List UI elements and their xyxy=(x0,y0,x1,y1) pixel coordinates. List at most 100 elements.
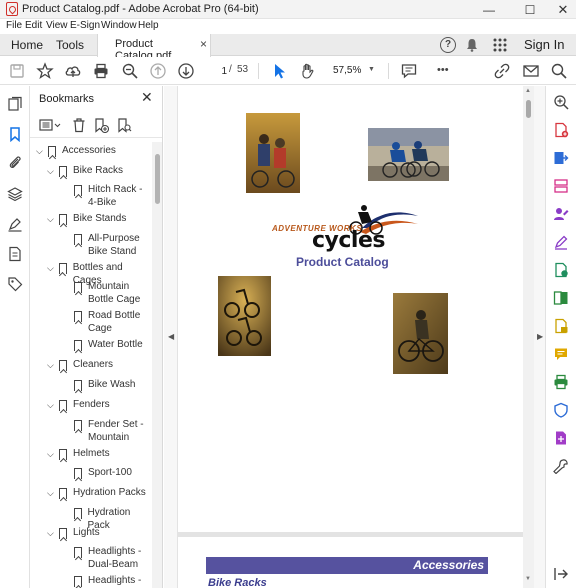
pdf-page-2: Accessories Bike Racks xyxy=(178,537,523,588)
fill-and-sign-icon[interactable] xyxy=(553,234,569,250)
bookmark-item[interactable]: Road Bottle Cage xyxy=(62,309,152,335)
chevron-down-icon[interactable]: ⌵ xyxy=(47,447,57,460)
more-tools-icon[interactable]: ••• xyxy=(437,64,455,82)
scrollbar-thumb[interactable] xyxy=(526,100,531,118)
collapse-left-panel-handle[interactable]: ◀ xyxy=(164,86,177,588)
tab-home[interactable]: Home xyxy=(11,38,43,52)
document-scrollbar[interactable]: ▲ ▼ xyxy=(523,86,534,588)
chevron-down-icon[interactable]: ⌵ xyxy=(47,486,57,499)
chevron-down-icon[interactable]: ⌵ xyxy=(47,261,57,274)
close-panel-button[interactable]: ✕ xyxy=(141,89,153,106)
select-arrow-icon[interactable] xyxy=(270,62,288,80)
bookmark-item[interactable]: ⌵ Hydration Packs xyxy=(47,486,152,500)
bookmark-item[interactable]: Fender Set - Mountain xyxy=(62,418,152,444)
chevron-down-icon[interactable]: ⌵ xyxy=(47,526,57,539)
minimize-button[interactable]: — xyxy=(470,0,508,19)
protect-pdf-icon[interactable] xyxy=(553,318,569,334)
mail-icon[interactable] xyxy=(522,62,540,80)
print-icon[interactable] xyxy=(92,62,110,80)
tag-icon[interactable] xyxy=(7,276,23,292)
cyclists-photo xyxy=(246,113,300,193)
combine-files-icon[interactable] xyxy=(553,290,569,306)
page-thumbnails-icon[interactable] xyxy=(7,96,23,112)
save-icon[interactable] xyxy=(8,62,26,80)
bookmark-item[interactable]: Bike Wash xyxy=(62,378,152,391)
export-pdf-icon[interactable] xyxy=(553,150,569,166)
zoom-out-icon[interactable] xyxy=(121,62,139,80)
bookmark-item[interactable]: Headlights - xyxy=(62,574,152,588)
bookmark-item[interactable]: All-Purpose Bike Stand xyxy=(62,232,152,258)
create-pdf-icon[interactable] xyxy=(553,122,569,138)
scrollbar-thumb[interactable] xyxy=(155,154,160,204)
bookmark-item[interactable]: ⌵ Fenders xyxy=(47,398,152,411)
bookmark-item[interactable]: ⌵ Bike Stands xyxy=(47,212,152,226)
layers-icon[interactable] xyxy=(7,186,23,202)
close-window-button[interactable]: ✕ xyxy=(544,0,576,19)
request-signatures-icon[interactable] xyxy=(553,206,569,222)
menu-file[interactable]: File xyxy=(6,20,22,31)
chevron-down-icon[interactable]: ⌵ xyxy=(36,144,46,157)
notification-bell-icon[interactable] xyxy=(464,37,480,53)
chevron-down-icon[interactable]: ⌵ xyxy=(47,358,57,371)
trash-icon[interactable] xyxy=(71,117,87,133)
collapse-right-panel-handle[interactable]: ▶ xyxy=(534,86,546,588)
scroll-up-arrow-icon[interactable]: ▲ xyxy=(525,88,531,94)
bookmark-item[interactable]: ⌵ Accessories xyxy=(36,144,152,157)
bookmark-options-icon[interactable] xyxy=(39,117,61,133)
comment-icon[interactable] xyxy=(400,62,418,80)
bookmark-item[interactable]: Hitch Rack - 4-Bike xyxy=(62,183,152,209)
zoom-in-icon[interactable] xyxy=(553,94,569,110)
bookmark-icon[interactable] xyxy=(7,126,23,142)
upload-icon[interactable] xyxy=(64,62,82,80)
zoom-select[interactable]: 57,5% ▼ xyxy=(328,62,376,80)
page-number-input[interactable] xyxy=(205,63,227,79)
attachment-icon[interactable] xyxy=(7,154,23,170)
menu-help[interactable]: Help xyxy=(138,20,159,31)
star-icon[interactable] xyxy=(36,62,54,80)
logo-wordmark: cycles xyxy=(312,228,385,253)
edit-pdf-icon[interactable] xyxy=(553,262,569,278)
menu-view[interactable]: View xyxy=(46,20,68,31)
chevron-down-icon[interactable]: ⌵ xyxy=(47,164,57,177)
bookmark-item[interactable]: Headlights - Dual-Beam xyxy=(62,545,152,571)
page-down-icon[interactable] xyxy=(177,62,195,80)
tab-document[interactable]: Product Catalog.pdf × xyxy=(97,34,211,62)
tab-tools[interactable]: Tools xyxy=(56,38,84,52)
bookmark-item[interactable]: Sport-100 xyxy=(62,466,152,480)
search-icon[interactable] xyxy=(550,62,568,80)
sign-in-link[interactable]: Sign In xyxy=(524,37,564,52)
bookmarks-title: Bookmarks xyxy=(39,93,95,105)
help-icon[interactable]: ? xyxy=(440,37,456,53)
bookmark-item[interactable]: ⌵ Cleaners xyxy=(47,358,152,372)
chevron-down-icon[interactable]: ⌵ xyxy=(47,212,57,225)
document-properties-icon[interactable] xyxy=(7,246,23,262)
bookmark-item[interactable]: Mountain Bottle Cage xyxy=(62,280,152,306)
close-tab-button[interactable]: × xyxy=(200,37,207,51)
menu-edit[interactable]: Edit xyxy=(25,20,42,31)
bookmark-search-icon[interactable] xyxy=(116,117,132,133)
menu-esign[interactable]: E-Sign xyxy=(70,20,100,31)
bookmark-item[interactable]: ⌵ Lights xyxy=(47,526,152,539)
link-icon[interactable] xyxy=(493,62,511,80)
scroll-down-arrow-icon[interactable]: ▼ xyxy=(525,576,531,582)
bookmark-item[interactable]: ⌵ Helmets xyxy=(47,447,152,460)
new-bookmark-icon[interactable] xyxy=(93,117,109,133)
bookmark-label: Fenders xyxy=(73,399,110,410)
protect-shield-icon[interactable] xyxy=(553,402,569,418)
signature-pen-icon[interactable] xyxy=(7,216,23,232)
add-file-icon[interactable] xyxy=(553,430,569,446)
hand-icon[interactable] xyxy=(299,62,317,80)
bookmarks-scrollbar[interactable] xyxy=(152,142,162,588)
bookmark-item[interactable]: ⌵ Bike Racks xyxy=(47,164,152,177)
comment-tool-icon[interactable] xyxy=(553,346,569,362)
menu-window[interactable]: Window xyxy=(101,20,137,31)
print-production-icon[interactable] xyxy=(553,374,569,390)
organize-pages-icon[interactable] xyxy=(553,178,569,194)
bookmark-item[interactable]: Water Bottle xyxy=(62,338,152,352)
apps-grid-icon[interactable] xyxy=(492,37,508,53)
expand-panel-icon[interactable] xyxy=(553,566,569,582)
page-up-icon[interactable] xyxy=(149,62,167,80)
more-tools-wrench-icon[interactable] xyxy=(553,458,569,474)
chevron-down-icon[interactable]: ⌵ xyxy=(47,398,57,411)
document-viewer[interactable]: ADVENTURE WORKS cycles Product Catalog A xyxy=(177,86,523,588)
